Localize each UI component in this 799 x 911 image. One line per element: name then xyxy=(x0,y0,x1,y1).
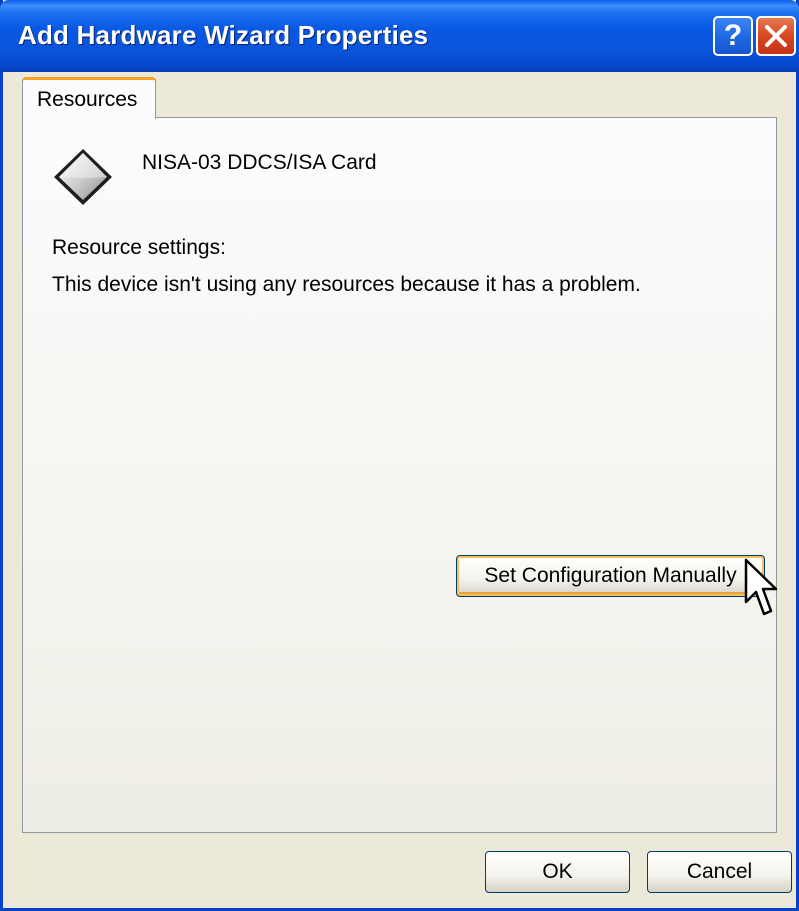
window-title: Add Hardware Wizard Properties xyxy=(18,20,429,50)
title-bar[interactable]: Add Hardware Wizard Properties ? xyxy=(0,0,799,72)
device-name: NISA-03 DDCS/ISA Card xyxy=(142,151,377,174)
help-icon: ? xyxy=(723,19,743,52)
help-button[interactable]: ? xyxy=(713,16,753,56)
set-configuration-manually-button[interactable]: Set Configuration Manually xyxy=(456,555,765,597)
close-button[interactable] xyxy=(756,16,796,56)
resource-settings-label: Resource settings: xyxy=(52,236,226,259)
close-icon xyxy=(765,25,787,47)
ok-button[interactable]: OK xyxy=(485,851,630,893)
arrow-cursor-icon xyxy=(744,558,778,616)
resource-status-text: This device isn't using any resources be… xyxy=(52,273,641,296)
isa-card-diamond-icon xyxy=(54,149,112,205)
tab-resources[interactable]: Resources xyxy=(22,77,156,119)
tab-resources-label: Resources xyxy=(37,88,138,111)
tab-panel-resources xyxy=(22,117,777,833)
cancel-button[interactable]: Cancel xyxy=(647,851,792,893)
